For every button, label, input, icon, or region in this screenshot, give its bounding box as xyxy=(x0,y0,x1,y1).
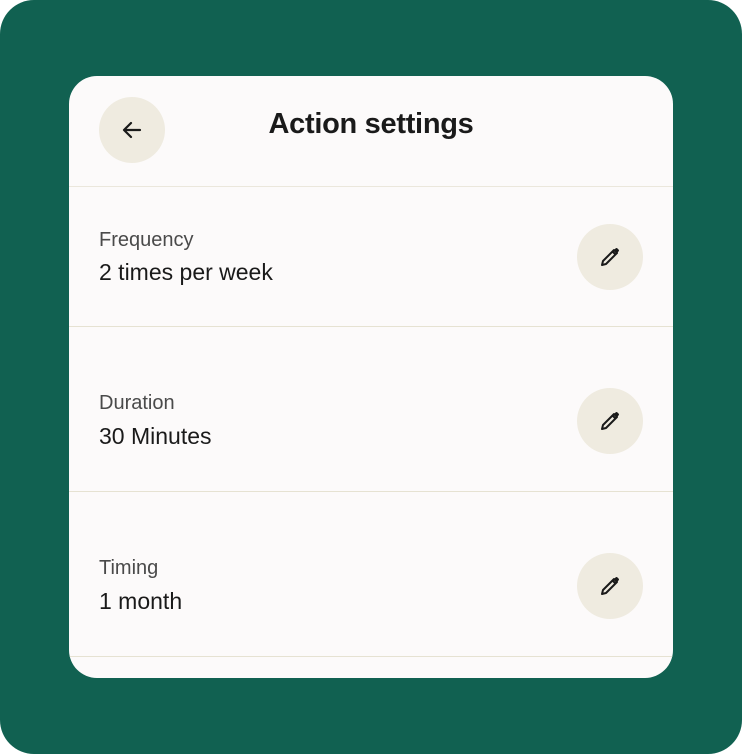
setting-label: Frequency xyxy=(99,229,194,251)
page-title: Action settings xyxy=(268,108,474,140)
setting-value: 30 Minutes xyxy=(99,423,212,449)
app-frame: Action settings Frequency 2 times per we… xyxy=(0,0,742,754)
action-settings-card: Action settings Frequency 2 times per we… xyxy=(69,76,673,678)
setting-label: Timing xyxy=(99,557,159,579)
setting-row-frequency: Frequency 2 times per week xyxy=(69,187,673,327)
pencil-icon xyxy=(598,245,622,269)
setting-value: 1 month xyxy=(99,588,183,614)
edit-timing-button[interactable] xyxy=(577,553,643,619)
setting-label: Duration xyxy=(99,392,175,414)
pencil-icon xyxy=(598,574,622,598)
setting-row-timing: Timing 1 month xyxy=(69,492,673,657)
setting-row-duration: Duration 30 Minutes xyxy=(69,327,673,492)
header: Action settings xyxy=(69,76,673,187)
edit-duration-button[interactable] xyxy=(577,388,643,454)
pencil-icon xyxy=(598,409,622,433)
edit-frequency-button[interactable] xyxy=(577,224,643,290)
setting-value: 2 times per week xyxy=(99,259,273,285)
